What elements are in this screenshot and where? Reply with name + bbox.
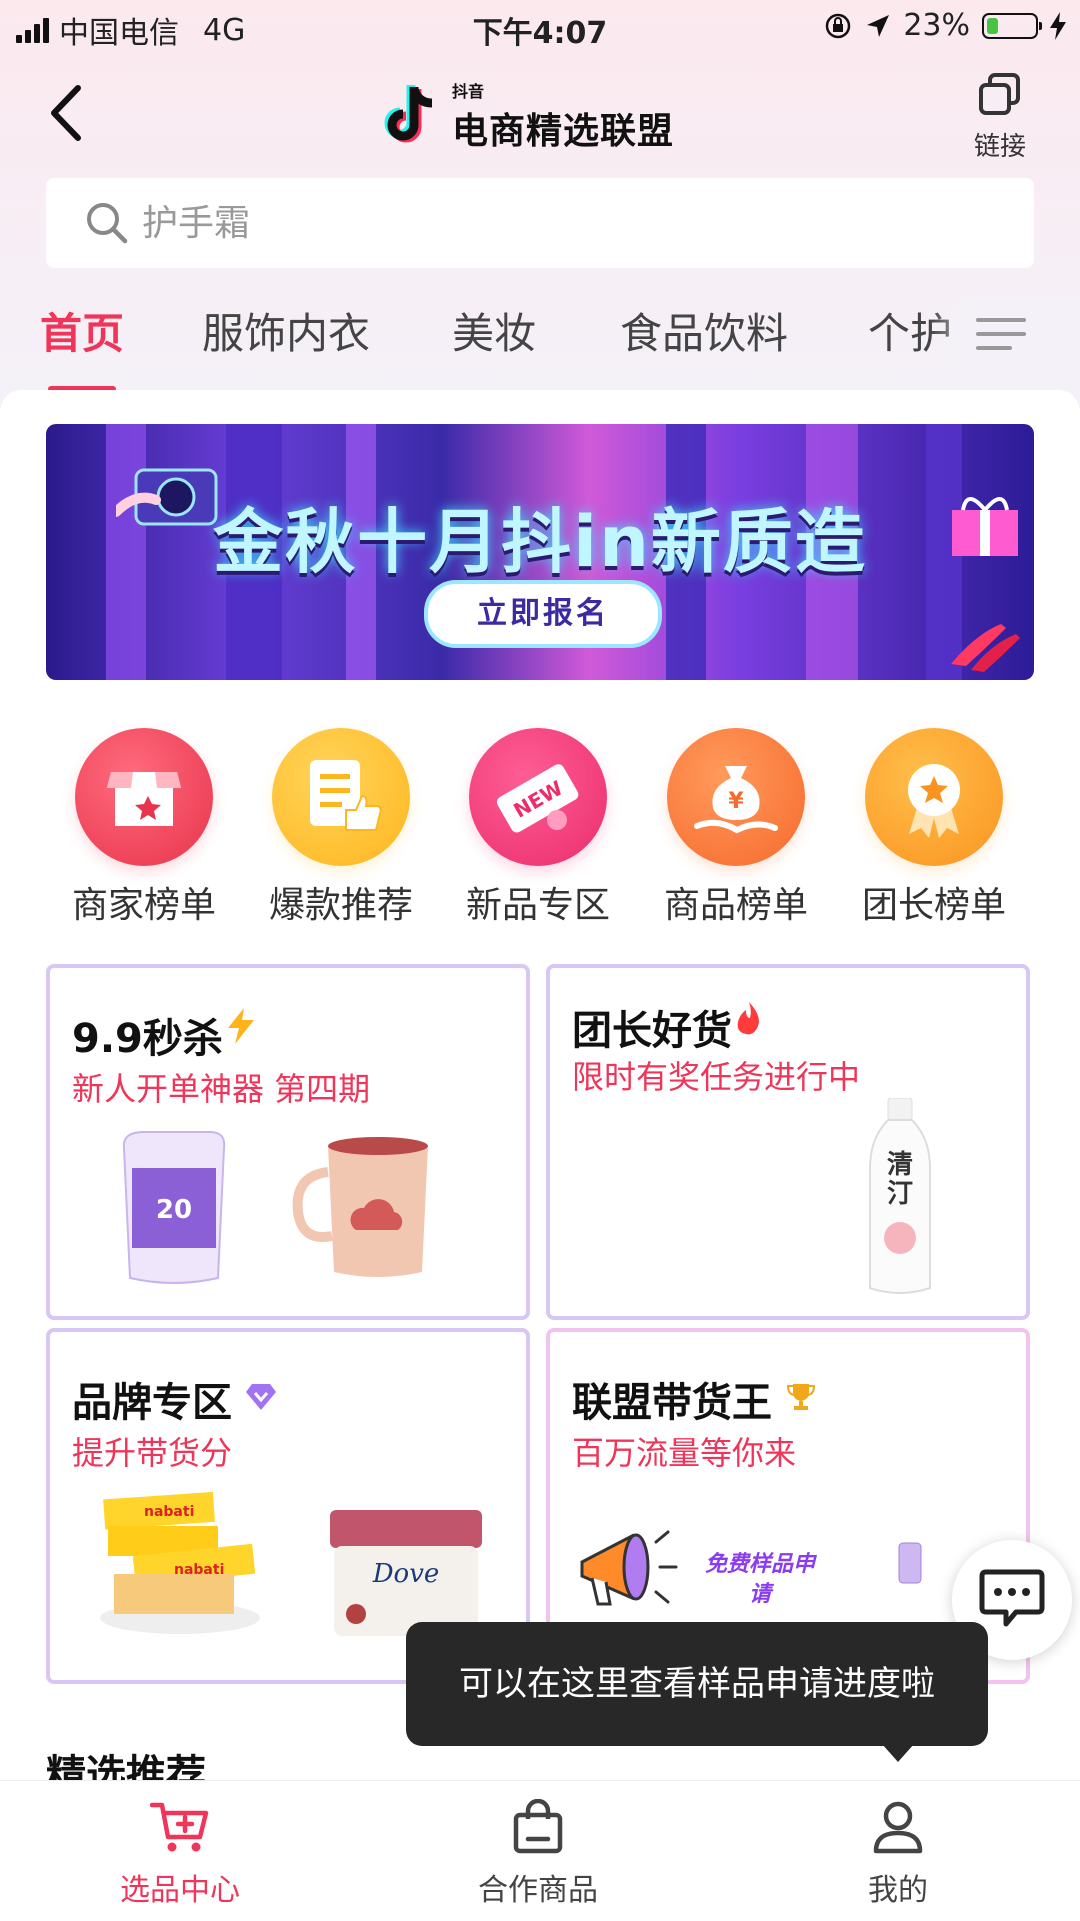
battery-icon xyxy=(982,12,1042,39)
leader-goods-card[interactable]: 团长好货 限时有奖任务进行中 清 汀 xyxy=(546,964,1030,1320)
nav-label: 我的 xyxy=(868,1873,928,1908)
high-heels-icon xyxy=(951,624,1020,672)
quick-entry-hot-picks[interactable]: 爆款推荐 xyxy=(251,728,431,928)
link-label: 链接 xyxy=(973,132,1026,162)
nav-cooperation-products[interactable]: 合作商品 xyxy=(438,1799,638,1909)
quick-entry-label: 商品榜单 xyxy=(663,885,808,926)
svg-text:nabati: nabati xyxy=(144,1504,194,1520)
cart-plus-icon xyxy=(150,1802,209,1852)
flash-sale-card[interactable]: 9.9秒杀 新人开单神器 第四期 20 xyxy=(46,964,530,1320)
message-icon xyxy=(979,1569,1045,1627)
card-title: 联盟带货王 xyxy=(572,1380,772,1426)
card-title: 团长好货 xyxy=(572,1008,732,1054)
quick-entry-label: 爆款推荐 xyxy=(268,885,413,926)
card-subtitle: 百万流量等你来 xyxy=(572,1434,797,1472)
card-title: 品牌专区 xyxy=(72,1380,232,1426)
svg-text:nabati: nabati xyxy=(174,1562,224,1578)
detergent-pouch-image: 20 xyxy=(122,1131,226,1284)
card-subtitle: 新人开单神器 第四期 xyxy=(72,1070,371,1108)
quick-entry-new-products[interactable]: NEW 新品专区 xyxy=(448,728,628,928)
bottom-nav: 选品中心 合作商品 我的 xyxy=(0,1780,1080,1921)
quick-entry-label: 新品专区 xyxy=(465,885,610,926)
lightning-icon xyxy=(228,1008,254,1044)
search-bar[interactable] xyxy=(46,178,1034,268)
promo-banner[interactable]: 金秋十月抖in新质造 立即报名 xyxy=(46,424,1034,680)
user-icon xyxy=(873,1801,923,1854)
store-icon xyxy=(75,728,213,866)
phone-image xyxy=(898,1542,922,1584)
copy-link-icon xyxy=(979,73,1020,115)
link-button[interactable]: 链接 xyxy=(960,72,1040,163)
diamond-icon xyxy=(246,1384,276,1410)
nav-my-profile[interactable]: 我的 xyxy=(798,1799,998,1909)
svg-text:Dove: Dove xyxy=(372,1559,440,1589)
quick-entry-label: 团长榜单 xyxy=(861,885,1006,926)
category-tabs: 首页 服饰内衣 美妆 食品饮料 个护 xyxy=(0,300,1080,392)
money-bag-icon: ¥ xyxy=(667,728,805,866)
search-icon xyxy=(87,203,128,244)
tab-apparel[interactable]: 服饰内衣 xyxy=(202,300,370,361)
megaphone-icon xyxy=(580,1530,678,1606)
sample-progress-tooltip[interactable]: 可以在这里查看样品申请进度啦 xyxy=(406,1622,988,1762)
quick-entry-merchant-ranking[interactable]: 商家榜单 xyxy=(54,728,234,928)
flame-icon xyxy=(737,1002,759,1035)
mug-image xyxy=(292,1137,428,1277)
quick-entry-leader-ranking[interactable]: 团长榜单 xyxy=(844,728,1024,928)
back-icon[interactable] xyxy=(42,78,102,148)
card-title: 9.9秒杀 xyxy=(72,1016,223,1062)
tab-food-drink[interactable]: 食品饮料 xyxy=(620,300,788,361)
nav-label: 选品中心 xyxy=(120,1873,240,1908)
medal-icon xyxy=(865,728,1003,866)
quick-entry-product-ranking[interactable]: ¥ 商品榜单 xyxy=(646,728,826,928)
wafer-snack-image: nabati nabati xyxy=(100,1491,260,1634)
trophy-icon xyxy=(786,1384,816,1410)
charging-icon xyxy=(1050,11,1066,40)
new-tag-icon: NEW xyxy=(469,728,607,866)
card-subtitle: 限时有奖任务进行中 xyxy=(572,1058,861,1096)
tab-home[interactable]: 首页 xyxy=(40,300,124,361)
status-bar: 中国电信 4G 下午4:07 23% xyxy=(0,0,1080,54)
rotation-lock-icon xyxy=(826,13,851,38)
body-polish-jar-image: Dove xyxy=(330,1510,482,1636)
free-sample-promo: 免费样品申请 xyxy=(704,1552,815,1607)
search-input[interactable] xyxy=(140,201,944,245)
svg-text:汀: 汀 xyxy=(887,1179,913,1209)
nav-label: 合作商品 xyxy=(478,1873,598,1908)
location-icon xyxy=(867,14,890,37)
banner-title: 金秋十月抖in新质造 xyxy=(213,501,867,583)
tab-beauty[interactable]: 美妆 xyxy=(452,300,536,361)
shopping-bag-icon xyxy=(513,1799,563,1854)
card-subtitle: 提升带货分 xyxy=(72,1434,233,1472)
quick-entry-label: 商家榜单 xyxy=(71,885,216,926)
svg-text:清: 清 xyxy=(887,1150,913,1180)
nav-product-center[interactable]: 选品中心 xyxy=(80,1799,280,1909)
menu-icon[interactable] xyxy=(976,312,1026,358)
battery-percent: 23% xyxy=(903,8,970,43)
logo-title: 电商精选联盟 xyxy=(452,111,675,152)
thumbs-up-list-icon xyxy=(272,728,410,866)
register-now-button[interactable]: 立即报名 xyxy=(424,580,662,648)
quick-entry-row: 商家榜单 爆款推荐 NEW 新品专区 ¥ 商品榜单 团长榜单 xyxy=(46,728,1034,928)
drink-bottle-image: 清 汀 xyxy=(869,1098,931,1294)
svg-text:¥: ¥ xyxy=(728,789,744,814)
app-logo: 抖音 电商精选联盟 xyxy=(380,78,674,154)
svg-text:20: 20 xyxy=(156,1195,192,1225)
logo-subtitle: 抖音 xyxy=(452,82,485,101)
douyin-logo-icon xyxy=(384,85,433,143)
